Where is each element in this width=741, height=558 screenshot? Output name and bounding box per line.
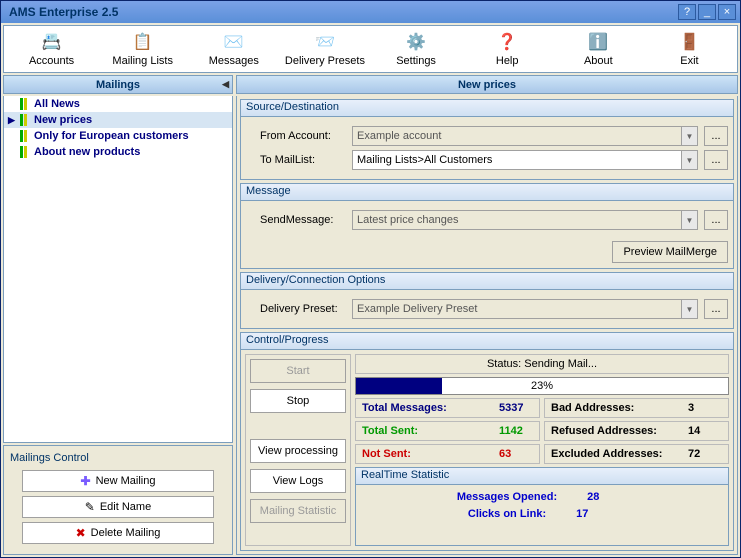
mailings-panel-head: Mailings ◀ [3,75,233,94]
right-column: New prices Source/Destination From Accou… [236,75,738,555]
toolbar-delivery-presets[interactable]: 📨Delivery Presets [279,28,370,70]
title-bar: AMS Enterprise 2.5 ? _ × [1,1,740,23]
left-column: Mailings ◀ All News ▶New prices Only for… [3,75,233,555]
stop-button[interactable]: Stop [250,389,346,413]
to-maillist-label: To MailList: [246,154,346,166]
message-group: Message SendMessage: Latest price change… [240,183,734,269]
exit-icon: 🚪 [678,31,700,53]
mailing-lists-icon: 📋 [132,31,154,53]
mailing-item-new-prices[interactable]: ▶New prices [4,112,232,128]
toolbar-about[interactable]: ℹ️About [553,28,644,70]
delivery-presets-icon: 📨 [314,31,336,53]
chevron-down-icon: ▼ [681,300,697,318]
bad-addresses-stat: Bad Addresses:3 [544,398,729,418]
new-mailing-button[interactable]: ✚New Mailing [22,470,214,492]
view-logs-button[interactable]: View Logs [250,469,346,493]
mailing-status-icon [20,114,30,126]
progress-area: Status: Sending Mail... 23% Total Messag… [355,354,729,546]
mailings-list[interactable]: All News ▶New prices Only for European c… [3,96,233,443]
messages-icon: ✉️ [223,31,245,53]
source-destination-group: Source/Destination From Account: Example… [240,99,734,180]
delivery-options-group: Delivery/Connection Options Delivery Pre… [240,272,734,329]
plus-icon: ✚ [81,474,91,488]
toolbar-accounts[interactable]: 📇Accounts [6,28,97,70]
chevron-down-icon: ▼ [681,151,697,169]
delivery-preset-browse[interactable]: ... [704,299,728,319]
control-progress-group: Control/Progress Start Stop View process… [240,332,734,551]
chevron-down-icon: ▼ [681,211,697,229]
mailing-status-icon [20,98,30,110]
edit-icon: ✎ [85,500,95,514]
delete-icon: ✖ [76,526,86,540]
mailing-item-european[interactable]: Only for European customers [4,128,232,144]
from-account-combo[interactable]: Example account▼ [352,126,698,146]
toolbar-exit[interactable]: 🚪Exit [644,28,735,70]
mailing-status-icon [20,130,30,142]
total-messages-stat: Total Messages:5337 [355,398,540,418]
mailing-statistic-button: Mailing Statistic [250,499,346,523]
mailings-control-panel: Mailings Control ✚New Mailing ✎Edit Name… [3,445,233,555]
chevron-down-icon: ▼ [681,127,697,145]
accounts-icon: 📇 [41,31,63,53]
to-maillist-combo[interactable]: Mailing Lists>All Customers▼ [352,150,698,170]
status-text: Status: Sending Mail... [355,354,729,374]
mailing-item-all-news[interactable]: All News [4,96,232,112]
main-toolbar: 📇Accounts 📋Mailing Lists ✉️Messages 📨Del… [3,25,738,73]
app-window: AMS Enterprise 2.5 ? _ × 📇Accounts 📋Mail… [0,0,741,558]
collapse-icon[interactable]: ◀ [222,79,229,90]
delivery-preset-combo[interactable]: Example Delivery Preset▼ [352,299,698,319]
delete-mailing-button[interactable]: ✖Delete Mailing [22,522,214,544]
settings-icon: ⚙️ [405,31,427,53]
progress-bar: 23% [355,377,729,395]
refused-addresses-stat: Refused Addresses:14 [544,421,729,441]
control-buttons: Start Stop View processing View Logs Mai… [245,354,351,546]
not-sent-stat: Not Sent:63 [355,444,540,464]
from-account-browse[interactable]: ... [704,126,728,146]
view-processing-button[interactable]: View processing [250,439,346,463]
to-maillist-browse[interactable]: ... [704,150,728,170]
toolbar-settings[interactable]: ⚙️Settings [371,28,462,70]
realtime-statistic-group: RealTime Statistic Messages Opened:28 Cl… [355,467,729,546]
delivery-preset-label: Delivery Preset: [246,303,346,315]
preview-mailmerge-button[interactable]: Preview MailMerge [612,241,728,263]
total-sent-stat: Total Sent:1142 [355,421,540,441]
send-message-label: SendMessage: [246,214,346,226]
detail-body: Source/Destination From Account: Example… [236,96,738,555]
help-button[interactable]: ? [678,4,696,20]
excluded-addresses-stat: Excluded Addresses:72 [544,444,729,464]
send-message-combo[interactable]: Latest price changes▼ [352,210,698,230]
mailing-status-icon [20,146,30,158]
start-button: Start [250,359,346,383]
edit-name-button[interactable]: ✎Edit Name [22,496,214,518]
detail-title: New prices [236,75,738,94]
help-icon: ❓ [496,31,518,53]
close-button[interactable]: × [718,4,736,20]
minimize-button[interactable]: _ [698,4,716,20]
about-icon: ℹ️ [587,31,609,53]
toolbar-help[interactable]: ❓Help [462,28,553,70]
mailing-item-new-products[interactable]: About new products [4,144,232,160]
from-account-label: From Account: [246,130,346,142]
window-title: AMS Enterprise 2.5 [5,5,678,19]
toolbar-mailing-lists[interactable]: 📋Mailing Lists [97,28,188,70]
toolbar-messages[interactable]: ✉️Messages [188,28,279,70]
main-area: Mailings ◀ All News ▶New prices Only for… [1,75,740,557]
send-message-browse[interactable]: ... [704,210,728,230]
mailings-control-title: Mailings Control [10,452,226,464]
